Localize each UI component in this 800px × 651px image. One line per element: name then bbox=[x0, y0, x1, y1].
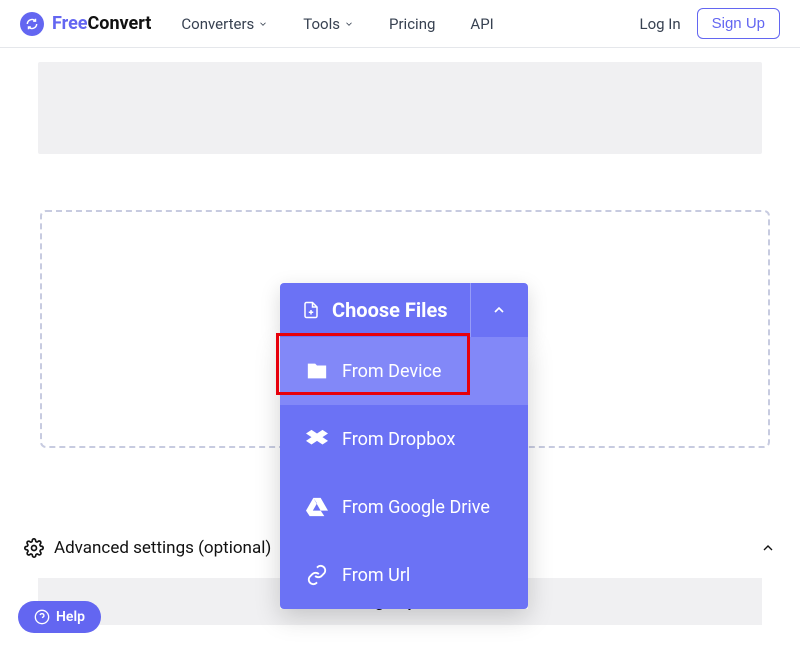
chevron-down-icon bbox=[258, 19, 268, 29]
header: FreeConvert Converters Tools Pricing API… bbox=[0, 0, 800, 48]
source-from-dropbox[interactable]: From Dropbox bbox=[280, 405, 528, 473]
gear-icon bbox=[24, 538, 44, 558]
logo[interactable]: FreeConvert bbox=[20, 12, 151, 36]
choose-files-button[interactable]: Choose Files bbox=[280, 283, 470, 337]
dropbox-icon bbox=[306, 428, 328, 450]
nav-converters[interactable]: Converters bbox=[181, 15, 268, 33]
folder-icon bbox=[306, 360, 328, 382]
source-from-google-drive[interactable]: From Google Drive bbox=[280, 473, 528, 541]
nav: Converters Tools Pricing API bbox=[181, 15, 639, 33]
auth: Log In Sign Up bbox=[639, 8, 780, 39]
chevron-up-icon bbox=[491, 302, 507, 318]
link-icon bbox=[306, 564, 328, 586]
file-plus-icon bbox=[302, 299, 320, 321]
nav-pricing[interactable]: Pricing bbox=[389, 15, 435, 33]
logo-text: FreeConvert bbox=[52, 13, 151, 34]
nav-api[interactable]: API bbox=[470, 15, 493, 33]
logo-icon bbox=[20, 12, 44, 36]
source-dropdown: From Device From Dropbox From Google Dri… bbox=[280, 337, 528, 609]
chevron-up-icon bbox=[760, 540, 776, 556]
source-from-device[interactable]: From Device bbox=[280, 337, 528, 405]
ad-placeholder bbox=[38, 62, 762, 154]
help-button[interactable]: Help bbox=[18, 601, 101, 633]
login-link[interactable]: Log In bbox=[639, 15, 680, 33]
signup-button[interactable]: Sign Up bbox=[697, 8, 780, 39]
source-from-url[interactable]: From Url bbox=[280, 541, 528, 609]
choose-files-wrapper: Choose Files From Device From Dropbox bbox=[280, 283, 528, 609]
nav-tools[interactable]: Tools bbox=[303, 15, 354, 33]
choose-source-toggle[interactable] bbox=[470, 283, 528, 337]
chevron-down-icon bbox=[344, 19, 354, 29]
help-icon bbox=[34, 609, 50, 625]
advanced-settings-label: Advanced settings (optional) bbox=[54, 538, 271, 558]
choose-button-row: Choose Files bbox=[280, 283, 528, 337]
google-drive-icon bbox=[306, 496, 328, 518]
